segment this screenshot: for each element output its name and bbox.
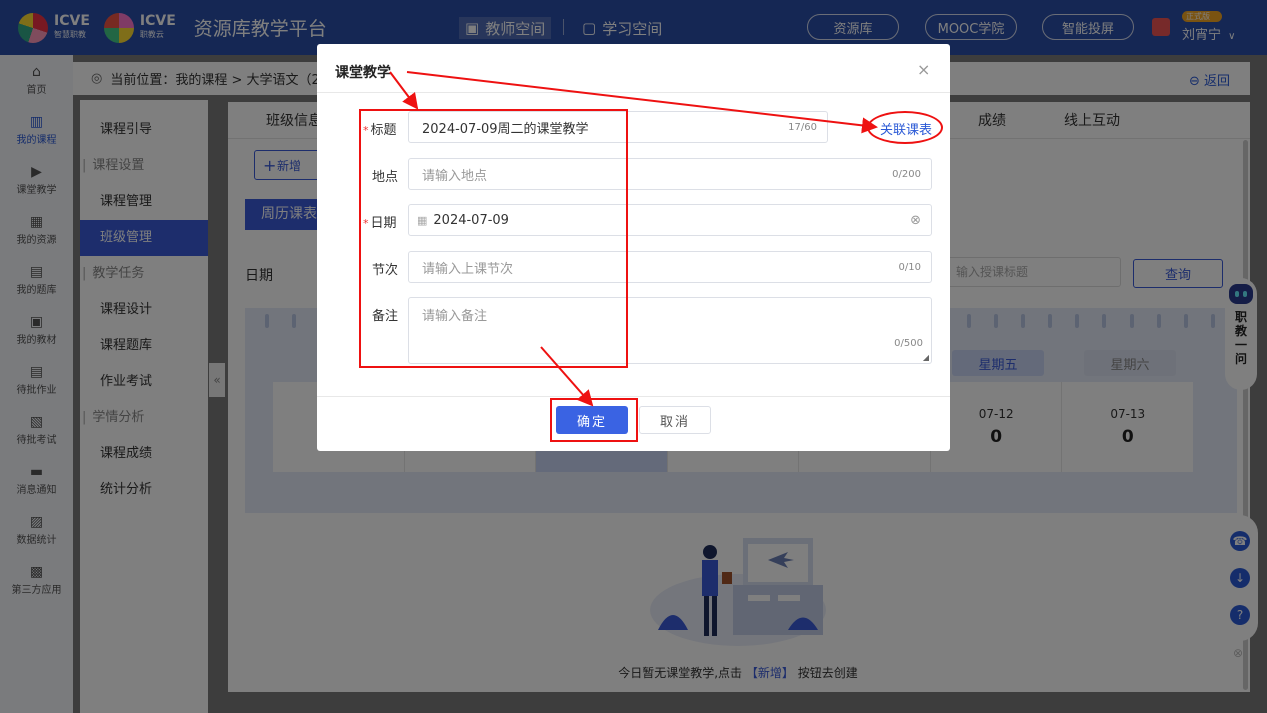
title-char-count: 17/60 [788, 121, 817, 133]
dialog-title: 课堂教学 [335, 65, 391, 81]
dialog-footer-divider [317, 396, 950, 397]
annotation-form-box [359, 109, 628, 368]
cancel-button[interactable]: 取消 [639, 406, 711, 434]
clear-date-icon[interactable]: ⊗ [910, 213, 921, 228]
dialog-header-divider [317, 92, 950, 93]
annotation-link-ellipse [867, 111, 943, 144]
resize-handle-icon[interactable]: ◢ [923, 353, 929, 362]
close-icon[interactable]: × [917, 60, 930, 79]
remark-char-count: 0/500 [894, 338, 923, 349]
location-char-count: 0/200 [892, 168, 921, 180]
period-char-count: 0/10 [898, 261, 921, 273]
annotation-confirm-box [550, 398, 638, 442]
